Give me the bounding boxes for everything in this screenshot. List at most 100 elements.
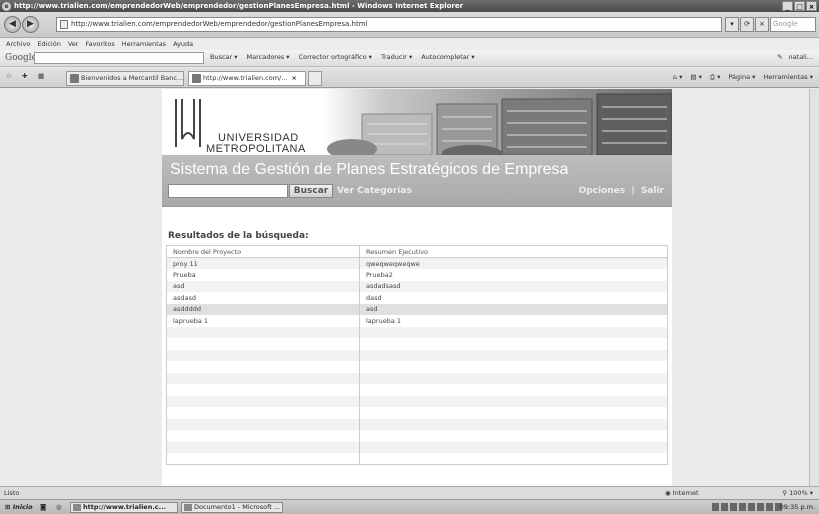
column-header-summary[interactable]: Resumen Ejecutivo xyxy=(359,245,668,258)
start-label: Inicio xyxy=(12,503,33,511)
maximize-button[interactable]: □ xyxy=(794,1,805,11)
tray-icon[interactable] xyxy=(730,503,737,511)
url-text: http://www.trialien.com/emprendedorWeb/e… xyxy=(71,20,368,28)
results-table: Nombre del Proyecto Resumen Ejecutivo pr… xyxy=(166,245,668,465)
user-account-button[interactable]: natali... xyxy=(789,53,813,61)
google-corrector-button[interactable]: Corrector ortográfico ▾ xyxy=(299,53,372,61)
tab-mercantil[interactable]: Bienvenidos a Mercantil Banc... xyxy=(66,71,184,86)
project-search-input[interactable] xyxy=(168,184,288,198)
page-menu[interactable]: Página ▾ xyxy=(728,73,755,82)
word-icon xyxy=(184,504,192,511)
table-row-empty xyxy=(166,418,668,430)
browser-viewport: UNIVERSIDAD METROPOLITANA Sistema de Ges… xyxy=(0,89,819,486)
table-row-empty xyxy=(166,361,668,373)
taskbar-item-word[interactable]: Documento1 - Microsoft ... xyxy=(181,502,283,513)
table-row-empty xyxy=(166,349,668,361)
table-row[interactable]: proy 11 qweqweqweqwe xyxy=(166,257,668,269)
column-header-project-name[interactable]: Nombre del Proyecto xyxy=(166,245,360,258)
google-traducir-button[interactable]: Traducir ▾ xyxy=(381,53,412,61)
quick-tabs-icon[interactable]: ▦ xyxy=(38,72,44,80)
feeds-icon[interactable]: ▤ ▾ xyxy=(690,73,701,82)
stop-button[interactable]: × xyxy=(755,17,769,32)
search-input[interactable]: Google xyxy=(770,17,816,32)
menu-ver[interactable]: Ver xyxy=(68,39,79,50)
print-icon[interactable]: ⎙ ▾ xyxy=(710,73,721,82)
google-toolbar: Google Buscar ▾ Marcadores ▾ Corrector o… xyxy=(0,50,819,67)
cell-project-name: proy 11 xyxy=(166,257,360,269)
clock: 09:35 p.m. xyxy=(779,503,815,511)
table-row-empty xyxy=(166,407,668,419)
tray-icon[interactable] xyxy=(739,503,746,511)
table-row-empty xyxy=(166,384,668,396)
address-bar: ◀ ▶ http://www.trialien.com/emprendedorW… xyxy=(0,12,819,38)
link-separator: | xyxy=(631,186,635,196)
menu-archivo[interactable]: Archivo xyxy=(6,39,30,50)
tools-menu[interactable]: Herramientas ▾ xyxy=(763,73,813,82)
taskbar-item-ie[interactable]: http://www.trialien.c... xyxy=(70,502,178,513)
home-icon[interactable]: ⌂ ▾ xyxy=(673,73,682,82)
tab-bar: ☆ ✚ ▦ Bienvenidos a Mercantil Banc... ht… xyxy=(0,68,819,88)
table-row-empty xyxy=(166,372,668,384)
google-autocompletar-button[interactable]: Autocompletar ▾ xyxy=(421,53,474,61)
tab-favicon-icon xyxy=(70,74,79,83)
favorites-star-icon[interactable]: ☆ xyxy=(6,72,12,80)
add-favorites-icon[interactable]: ✚ xyxy=(22,72,27,80)
wrench-icon[interactable]: ✎ xyxy=(777,53,782,61)
quicklaunch-desktop-icon[interactable]: ◙ xyxy=(40,503,46,511)
table-row[interactable]: asdasd dasd xyxy=(166,292,668,304)
menu-herramientas[interactable]: Herramientas xyxy=(122,39,166,50)
forward-button[interactable]: ▶ xyxy=(22,16,39,33)
tab-label: http://www.trialien.com/... xyxy=(203,74,288,82)
refresh-button[interactable]: ⟳ xyxy=(740,17,754,32)
google-marcadores-button[interactable]: Marcadores ▾ xyxy=(247,53,290,61)
menu-favoritos[interactable]: Favoritos xyxy=(85,39,114,50)
taskbar-item-label: Documento1 - Microsoft ... xyxy=(194,503,281,511)
url-input[interactable]: http://www.trialien.com/emprendedorWeb/e… xyxy=(56,17,722,32)
table-header-row: Nombre del Proyecto Resumen Ejecutivo xyxy=(166,245,668,258)
menu-ayuda[interactable]: Ayuda xyxy=(173,39,193,50)
menu-bar: Archivo Edición Ver Favoritos Herramient… xyxy=(0,39,819,50)
table-row[interactable]: Prueba Prueba2 xyxy=(166,269,668,281)
app-title: Sistema de Gestión de Planes Estratégico… xyxy=(170,161,569,178)
table-row[interactable]: asd asdadsasd xyxy=(166,280,668,292)
google-buscar-button[interactable]: Buscar ▾ xyxy=(210,53,238,61)
cell-project-name: asddddd xyxy=(166,303,360,315)
tray-icon[interactable] xyxy=(721,503,728,511)
options-link[interactable]: Opciones xyxy=(579,186,626,196)
window-controls: _ □ × xyxy=(782,1,817,11)
table-row-empty xyxy=(166,430,668,442)
start-button[interactable]: ⊞ Inicio xyxy=(2,502,36,513)
tray-icon[interactable] xyxy=(766,503,773,511)
window-title: http://www.trialien.com/emprendedorWeb/e… xyxy=(14,2,464,10)
vertical-scrollbar[interactable] xyxy=(809,89,819,486)
close-tab-icon[interactable]: × xyxy=(291,74,296,82)
search-button[interactable]: Buscar xyxy=(289,184,333,198)
menu-edicion[interactable]: Edición xyxy=(37,39,61,50)
ie-icon xyxy=(73,504,81,511)
minimize-button[interactable]: _ xyxy=(782,1,793,11)
tab-trialien[interactable]: http://www.trialien.com/... × xyxy=(188,71,306,86)
tray-icon[interactable] xyxy=(748,503,755,511)
table-row[interactable]: laprueba 1 laprueba 1 xyxy=(166,315,668,327)
university-banner: UNIVERSIDAD METROPOLITANA xyxy=(162,89,672,155)
google-search-input[interactable] xyxy=(34,52,204,64)
table-row-empty xyxy=(166,395,668,407)
security-zone: ◉ Internet xyxy=(665,487,699,499)
table-row-empty xyxy=(166,453,668,465)
close-button[interactable]: × xyxy=(806,1,817,11)
dropdown-arrow-icon[interactable]: ▾ xyxy=(725,17,739,32)
logout-link[interactable]: Salir xyxy=(641,186,664,196)
tray-icon[interactable] xyxy=(757,503,764,511)
windows-logo-icon: ⊞ xyxy=(5,503,13,511)
zoom-level: 100% xyxy=(789,489,808,497)
zoom-control[interactable]: ⚲ 100% ▾ xyxy=(782,487,813,499)
quicklaunch-ie-icon[interactable]: ◎ xyxy=(56,503,62,511)
new-tab-button[interactable] xyxy=(308,71,322,86)
tray-icon[interactable] xyxy=(712,503,719,511)
table-row[interactable]: asddddd asd xyxy=(166,303,668,315)
categories-link[interactable]: Ver Categorías xyxy=(337,186,412,196)
app-header: Sistema de Gestión de Planes Estratégico… xyxy=(162,155,672,207)
tab-favicon-icon xyxy=(192,74,201,83)
back-button[interactable]: ◀ xyxy=(4,16,21,33)
cell-project-name: laprueba 1 xyxy=(166,315,360,327)
